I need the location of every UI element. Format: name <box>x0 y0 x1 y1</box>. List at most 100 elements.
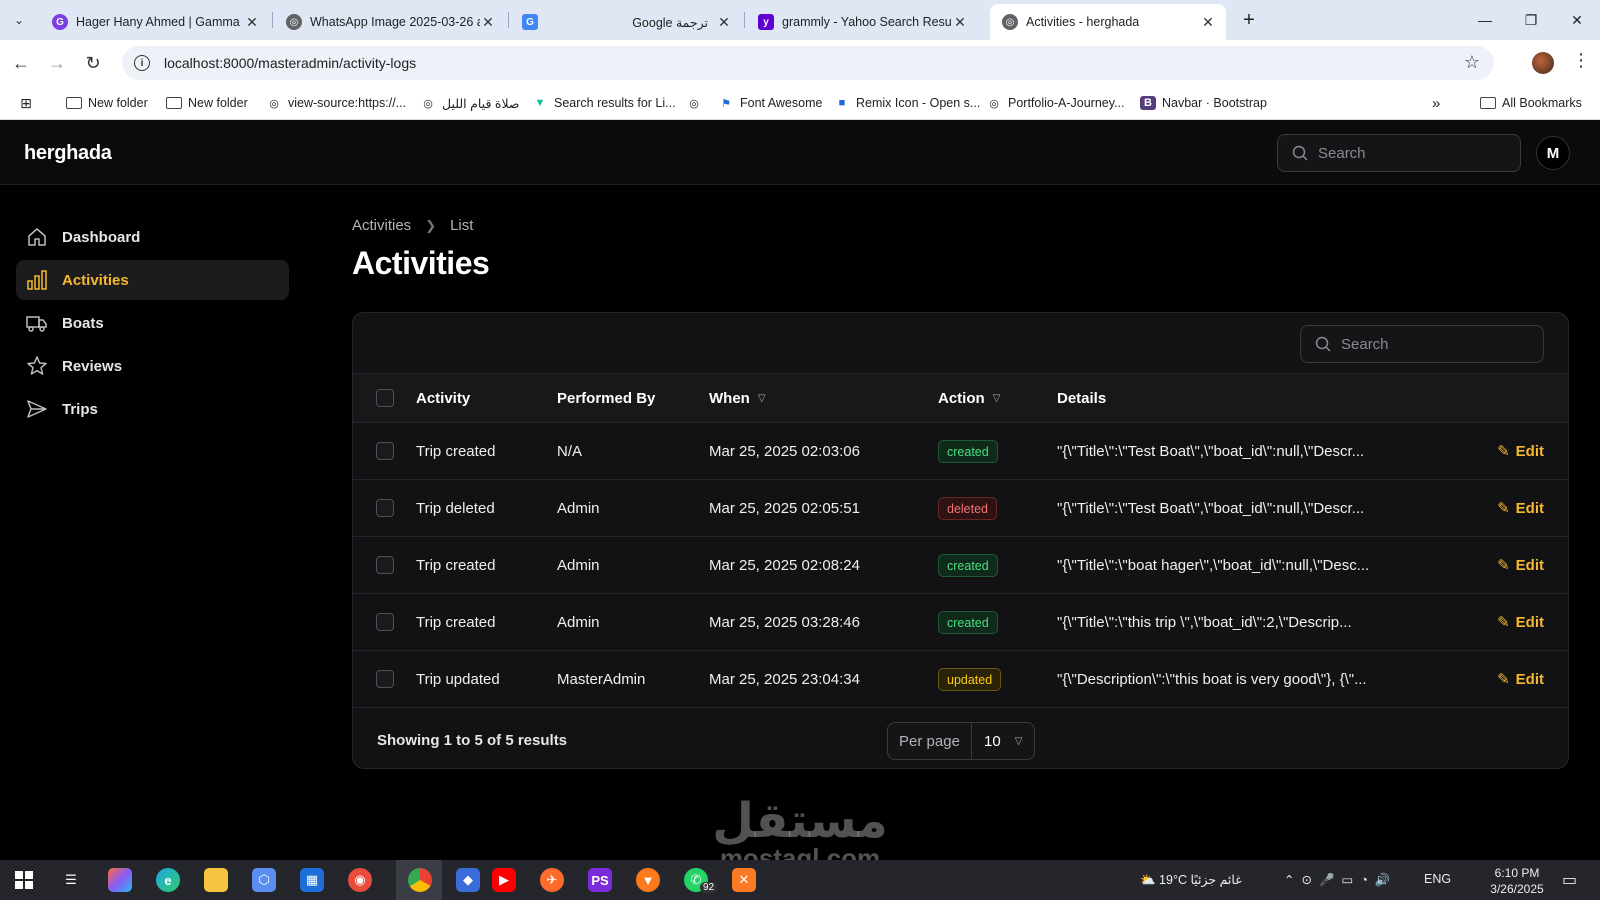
search-icon <box>1292 145 1308 161</box>
url-bar[interactable]: i localhost:8000/masteradmin/activity-lo… <box>122 46 1494 80</box>
cell-activity: Trip created <box>416 443 496 460</box>
language-indicator[interactable]: ENG <box>1424 872 1451 886</box>
bookmark-star-icon[interactable]: ☆ <box>1464 52 1480 73</box>
new-tab-plus-icon[interactable]: + <box>1226 0 1272 40</box>
edit-button[interactable]: ✎ Edit <box>1497 613 1544 632</box>
window-close-icon[interactable]: ✕ <box>1554 0 1600 40</box>
column-action[interactable]: Action ▽ <box>938 390 1000 407</box>
visual-studio-icon[interactable]: ◆ <box>456 868 480 892</box>
column-label: When <box>709 390 750 407</box>
file-explorer-icon[interactable] <box>204 868 228 892</box>
bookmark-qiyam[interactable]: ◎ صلاة قيام الليل <box>420 94 519 112</box>
watermark-arabic: مستقل <box>712 793 888 849</box>
table-search-input[interactable] <box>1341 335 1521 353</box>
copilot-icon[interactable] <box>108 868 132 892</box>
global-search[interactable] <box>1277 134 1521 172</box>
bookmark-font-awesome[interactable]: ⚑ Font Awesome <box>718 94 822 112</box>
profile-avatar[interactable] <box>1532 52 1554 74</box>
close-tab-icon[interactable]: ✕ <box>480 14 496 31</box>
tab-whatsapp-image[interactable]: ◎ WhatsApp Image 2025-03-26 a ✕ <box>274 4 506 40</box>
close-tab-icon[interactable]: ✕ <box>716 14 732 31</box>
notifications-icon[interactable]: ▭ <box>1562 870 1577 890</box>
search-icon <box>1315 336 1331 352</box>
row-checkbox[interactable] <box>376 499 394 517</box>
sort-chevron-down-icon[interactable]: ▽ <box>758 393 766 404</box>
clock-date: 3/26/2025 <box>1490 882 1544 896</box>
bookmark-portfolio[interactable]: ◎ Portfolio-A-Journey... <box>986 94 1124 112</box>
bootstrap-icon: B <box>1140 96 1156 110</box>
site-info-icon[interactable]: i <box>134 55 150 71</box>
bookmark-view-source[interactable]: ◎ view-source:https://... <box>266 94 406 112</box>
sidebar-item-activities[interactable]: Activities <box>16 260 289 300</box>
sidebar-item-boats[interactable]: Boats <box>16 303 289 343</box>
task-view-icon[interactable]: ☰ <box>59 868 83 892</box>
column-performed-by: Performed By <box>557 390 655 407</box>
postman-icon[interactable]: ✈ <box>540 868 564 892</box>
user-avatar[interactable]: M <box>1536 136 1570 170</box>
row-checkbox[interactable] <box>376 670 394 688</box>
sidebar-item-trips[interactable]: Trips <box>16 389 289 429</box>
bookmark-new-folder-2[interactable]: New folder <box>166 94 248 112</box>
forward-arrow-icon[interactable]: → <box>44 50 70 76</box>
browser-menu-icon[interactable]: ⋮ <box>1572 50 1590 71</box>
sidebar-item-reviews[interactable]: Reviews <box>16 346 289 386</box>
restore-icon[interactable]: ❐ <box>1508 0 1554 40</box>
bookmark-label: Portfolio-A-Journey... <box>1008 96 1125 110</box>
tab-gamma[interactable]: G Hager Hany Ahmed | Gamma ✕ <box>40 4 270 40</box>
aperture-app-icon[interactable]: ◉ <box>348 868 372 892</box>
table-search[interactable] <box>1300 325 1544 363</box>
all-bookmarks[interactable]: All Bookmarks <box>1480 94 1582 112</box>
breadcrumb-activities[interactable]: Activities <box>352 217 411 234</box>
sidebar-item-dashboard[interactable]: Dashboard <box>16 217 289 257</box>
youtube-icon[interactable]: ▶ <box>492 868 516 892</box>
cube-app-icon[interactable]: ⬡ <box>252 868 276 892</box>
back-arrow-icon[interactable]: ← <box>8 50 34 76</box>
globe-favicon-icon: ◎ <box>286 14 302 30</box>
edit-button[interactable]: ✎ Edit <box>1497 499 1544 518</box>
row-checkbox[interactable] <box>376 442 394 460</box>
bookmark-search-results[interactable]: ▼ Search results for Li... <box>532 94 676 112</box>
weather-widget[interactable]: ⛅ 19°C غائم جزئيًا <box>1140 872 1242 888</box>
edit-icon: ✎ <box>1497 443 1510 460</box>
tab-activities-herghada[interactable]: ◎ Activities - herghada ✕ <box>990 4 1226 40</box>
tab-yahoo-search[interactable]: y grammly - Yahoo Search Result ✕ <box>746 4 978 40</box>
edit-button[interactable]: ✎ Edit <box>1497 442 1544 461</box>
chrome-icon[interactable] <box>408 868 432 892</box>
sort-chevron-down-icon[interactable]: ▽ <box>993 393 1001 404</box>
global-search-input[interactable] <box>1318 144 1498 162</box>
column-when[interactable]: When ▽ <box>709 390 766 407</box>
select-all-checkbox[interactable] <box>376 389 394 407</box>
bookmark-globe[interactable]: ◎ <box>686 94 708 112</box>
row-checkbox[interactable] <box>376 613 394 631</box>
bookmark-new-folder-1[interactable]: New folder <box>66 94 148 112</box>
minimize-icon[interactable]: — <box>1462 0 1508 40</box>
edit-label: Edit <box>1515 499 1544 517</box>
brand-logo[interactable]: herghada <box>24 142 112 165</box>
row-checkbox[interactable] <box>376 556 394 574</box>
close-tab-icon[interactable]: ✕ <box>244 14 260 31</box>
phpstorm-icon[interactable]: PS <box>588 868 612 892</box>
apps-grid-icon[interactable]: ⊞ <box>18 94 40 112</box>
reload-icon[interactable]: ↻ <box>80 50 106 76</box>
bookmark-remix-icon[interactable]: ■ Remix Icon - Open s... <box>834 94 981 112</box>
per-page-value[interactable]: 10 ▽ <box>972 723 1034 759</box>
edit-button[interactable]: ✎ Edit <box>1497 556 1544 575</box>
windows-start-icon[interactable] <box>12 868 36 892</box>
bookmark-bootstrap[interactable]: B Navbar · Bootstrap <box>1140 94 1267 112</box>
store-icon[interactable]: ▦ <box>300 868 324 892</box>
more-bookmarks-chevron-icon[interactable]: » <box>1432 94 1440 112</box>
xampp-icon[interactable]: ✕ <box>732 868 756 892</box>
close-tab-icon[interactable]: ✕ <box>1200 14 1216 31</box>
edit-button[interactable]: ✎ Edit <box>1497 670 1544 689</box>
close-tab-icon[interactable]: ✕ <box>952 14 968 31</box>
edge-icon[interactable]: e <box>156 868 180 892</box>
column-details: Details <box>1057 390 1106 407</box>
per-page-select[interactable]: Per page 10 ▽ <box>887 722 1035 760</box>
sidebar-item-label: Trips <box>62 400 98 418</box>
system-tray-icons[interactable]: ⌃⊙🎤▭◔🔊 <box>1284 872 1397 888</box>
clock[interactable]: 6:10 PM 3/26/2025 <box>1484 865 1550 897</box>
brave-icon[interactable]: ▼ <box>636 868 660 892</box>
tab-google-translate[interactable]: G Google ترجمة ✕ <box>510 4 742 40</box>
tab-search-chevron-icon[interactable]: ⌄ <box>6 7 32 33</box>
sidebar-item-label: Dashboard <box>62 228 141 246</box>
